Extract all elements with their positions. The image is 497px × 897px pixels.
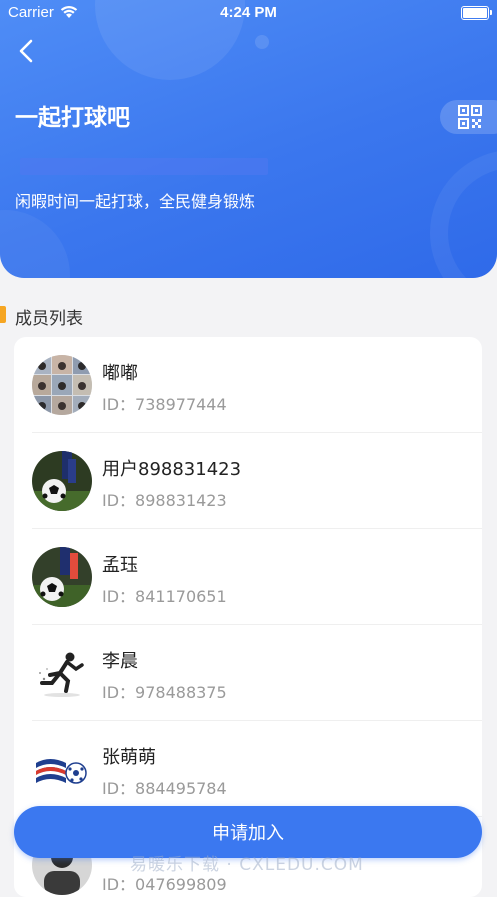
runner-avatar xyxy=(32,643,92,703)
soccer-ball-avatar xyxy=(32,451,92,511)
watermark: 易暖乐下载 · CXLEDU.COM xyxy=(130,855,364,875)
decor-circle xyxy=(0,210,70,278)
member-row[interactable]: 孟珏 ID：841170651 xyxy=(14,529,482,625)
photo-grid-avatar xyxy=(32,355,92,415)
group-description: 闲暇时间一起打球，全民健身锻炼 xyxy=(15,192,256,211)
flag-ball-avatar xyxy=(32,739,92,799)
member-name: 用户898831423 xyxy=(102,459,242,480)
header-banner: Carrier 4:24 PM 一起打球吧 闲暇时间一起打球，全民健身锻炼 xyxy=(0,0,497,278)
member-name: 李晨 xyxy=(102,651,138,672)
member-name: 张萌萌 xyxy=(102,747,156,768)
member-id: ID：884495784 xyxy=(102,779,227,798)
decor-dot xyxy=(255,35,269,49)
member-id: ID：978488375 xyxy=(102,683,227,702)
decor-ring xyxy=(430,150,497,278)
subtitle-placeholder-bar xyxy=(20,158,268,175)
section-marker xyxy=(0,306,6,323)
page-title: 一起打球吧 xyxy=(15,105,130,131)
member-row[interactable]: 嘟嘟 ID：738977444 xyxy=(14,337,482,433)
member-id: ID：898831423 xyxy=(102,491,227,510)
member-row[interactable]: 李晨 ID：978488375 xyxy=(14,625,482,721)
qr-code-button[interactable] xyxy=(440,100,497,134)
back-arrow-icon[interactable] xyxy=(14,38,40,64)
member-row[interactable]: 张萌萌 ID：884495784 xyxy=(14,721,482,817)
battery-icon xyxy=(461,6,492,20)
section-title: 成员列表 xyxy=(15,309,83,329)
member-name: 嘟嘟 xyxy=(102,363,138,384)
clock: 4:24 PM xyxy=(220,4,277,21)
qr-code-icon xyxy=(458,105,482,129)
member-name: 孟珏 xyxy=(102,555,138,576)
member-id: ID：841170651 xyxy=(102,587,227,606)
status-bar: Carrier 4:24 PM xyxy=(0,0,497,26)
soccer-ball-avatar xyxy=(32,547,92,607)
member-id: ID：738977444 xyxy=(102,395,227,414)
member-row[interactable]: 用户898831423 ID：898831423 xyxy=(14,433,482,529)
